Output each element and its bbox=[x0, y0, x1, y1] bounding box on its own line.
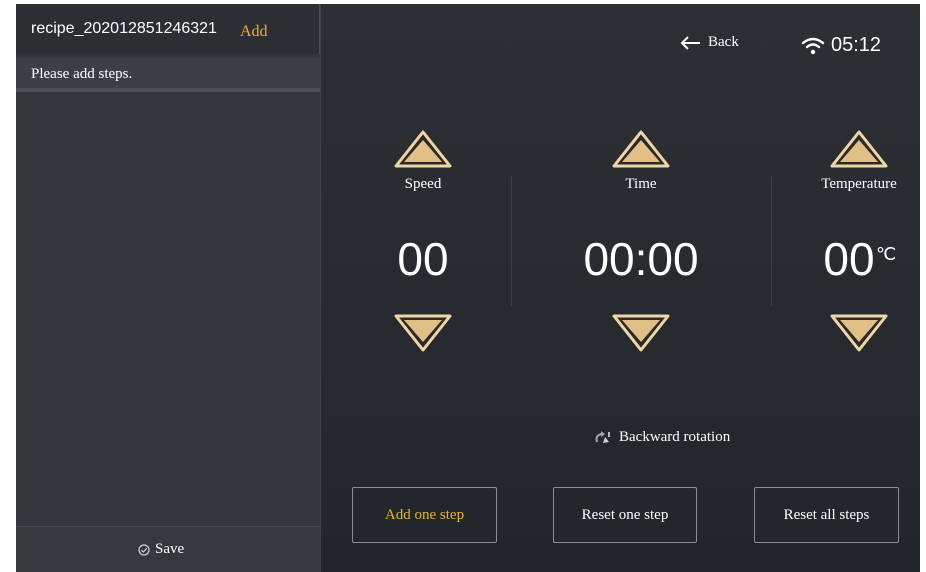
main-panel: Back 05:12 Speed 00 Time 00:00 Temperatu… bbox=[321, 4, 920, 572]
status-bar: 05:12 bbox=[801, 34, 881, 57]
add-recipe-button[interactable]: Add bbox=[240, 23, 268, 41]
wifi-icon bbox=[801, 37, 825, 54]
speed-value: 00 bbox=[397, 233, 449, 285]
temperature-unit: ℃ bbox=[876, 244, 897, 264]
temperature-label: Temperature bbox=[821, 176, 897, 192]
back-label: Back bbox=[708, 34, 739, 50]
device-screen: recipe_202012851246321 Add Please add st… bbox=[16, 4, 920, 572]
time-up-button[interactable] bbox=[611, 129, 671, 169]
add-step-button[interactable]: Add one step bbox=[352, 487, 497, 543]
recipe-name: recipe_202012851246321 bbox=[31, 20, 217, 37]
save-button[interactable]: Save bbox=[138, 541, 184, 558]
column-divider bbox=[511, 176, 512, 306]
check-circle-icon bbox=[138, 543, 150, 556]
speed-down-button[interactable] bbox=[393, 313, 453, 353]
time-value: 00:00 bbox=[583, 233, 699, 285]
rotate-icon bbox=[595, 430, 610, 443]
reset-step-button[interactable]: Reset one step bbox=[553, 487, 697, 543]
time-label: Time bbox=[625, 176, 657, 192]
time-down-button[interactable] bbox=[611, 313, 671, 353]
rotation-label: Backward rotation bbox=[619, 429, 731, 445]
temperature-down-button[interactable] bbox=[829, 313, 889, 353]
rotation-toggle[interactable]: Backward rotation bbox=[593, 429, 730, 446]
reset-all-steps-button[interactable]: Reset all steps bbox=[754, 487, 899, 543]
speed-up-button[interactable] bbox=[393, 129, 453, 169]
temperature-up-button[interactable] bbox=[829, 129, 889, 169]
arrow-left-icon bbox=[680, 35, 700, 50]
sidebar-header: recipe_202012851246321 Add bbox=[16, 4, 320, 54]
recipe-sidebar: recipe_202012851246321 Add Please add st… bbox=[16, 4, 321, 572]
clock: 05:12 bbox=[831, 34, 882, 56]
steps-empty-message: Please add steps. bbox=[31, 66, 133, 82]
back-button[interactable]: Back bbox=[680, 34, 739, 51]
speed-label: Speed bbox=[404, 176, 442, 192]
save-label: Save bbox=[155, 541, 185, 557]
steps-list: Please add steps. bbox=[16, 58, 320, 92]
save-bar: Save bbox=[16, 526, 320, 572]
